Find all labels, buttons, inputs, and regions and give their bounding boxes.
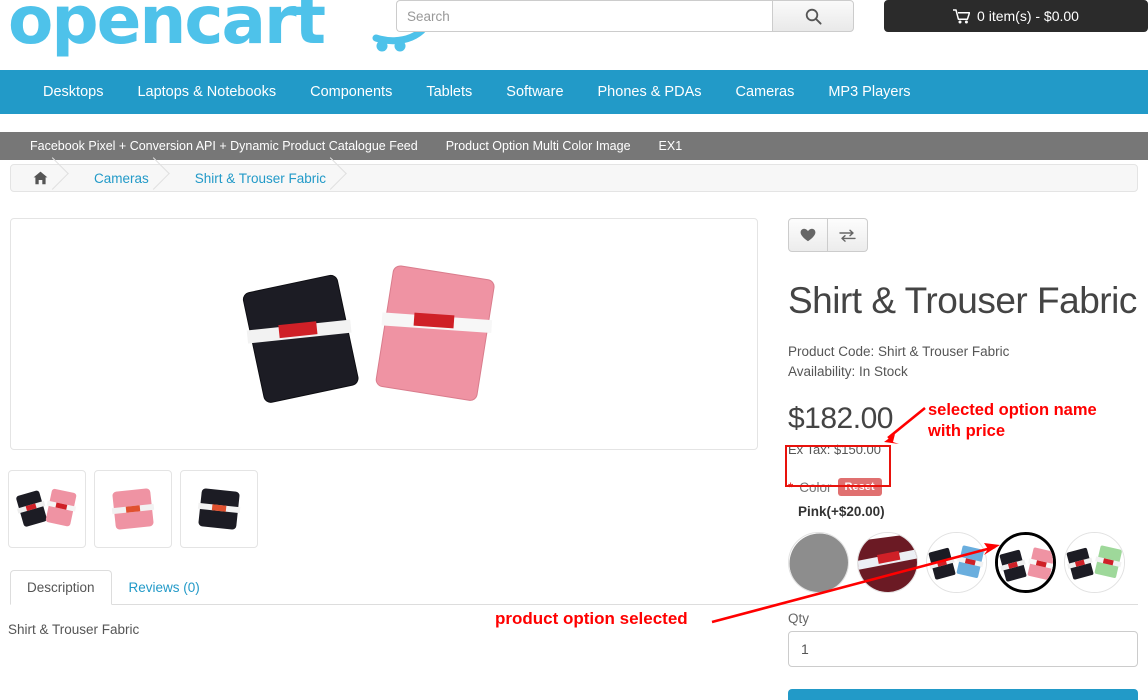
annotation-selected-option-name: selected option name with price [928,400,1097,441]
swatch-black-pink-fabric[interactable] [995,532,1056,594]
module-item-ex1[interactable]: EX1 [645,139,697,153]
swatch-image-black-blue [927,533,986,593]
product-meta: Product Code: Shirt & Trouser Fabric Ava… [788,342,1138,383]
compare-button[interactable] [828,218,868,252]
reset-option-button[interactable]: Reset [837,478,882,497]
nav-item-laptops-notebooks[interactable]: Laptops & Notebooks [120,70,293,114]
product-action-buttons [788,218,1138,252]
breadcrumb: Cameras Shirt & Trouser Fabric [10,164,1138,192]
shopping-cart-icon [953,8,971,23]
home-icon [33,171,48,185]
nav-item-software[interactable]: Software [489,70,580,114]
thumbnail-pink[interactable] [94,470,172,548]
nav-item-cameras[interactable]: Cameras [719,70,812,114]
thumbnail-black-pink-pair[interactable] [8,470,86,548]
swatch-image-black-green [1065,533,1124,593]
nav-item-phones-pdas[interactable]: Phones & PDAs [581,70,719,114]
add-to-cart-button[interactable]: Add to Cart [788,689,1138,700]
product-page: opencart 0 item(s) - $0.00 [0,0,1148,700]
heart-icon [800,228,816,242]
product-availability: Availability: In Stock [788,363,908,379]
swatch-maroon-fabric[interactable] [857,532,918,594]
option-color-label: * Color Reset [788,478,1138,497]
breadcrumb-home[interactable] [11,165,68,191]
thumbnail-black[interactable] [180,470,258,548]
module-item-product-option-multi-color-image[interactable]: Product Option Multi Color Image [432,139,645,153]
option-label-text: Color [799,479,832,495]
swatch-image-gray [789,533,848,593]
page-title: Shirt & Trouser Fabric [788,280,1137,321]
swatch-black-green-fabric[interactable] [1064,532,1125,594]
tab-description[interactable]: Description [10,570,112,605]
swatch-image-black-pink [998,535,1053,591]
thumb-image-1 [16,488,77,527]
product-details-panel: Shirt & Trouser Fabric Product Code: Shi… [785,218,1138,700]
thumb-image-3 [197,488,241,530]
selected-option-value: Pink(+$20.00) [798,504,885,520]
nav-item-desktops[interactable]: Desktops [26,70,120,114]
color-swatch-group [788,532,1138,594]
module-item-facebook-pixel[interactable]: Facebook Pixel + Conversion API + Dynami… [16,139,432,153]
module-bar: Facebook Pixel + Conversion API + Dynami… [0,132,1148,160]
product-thumbnails [8,470,258,548]
annotation-line-2: with price [928,421,1006,440]
tab-reviews[interactable]: Reviews (0) [112,570,217,605]
breadcrumb-item-cameras[interactable]: Cameras [68,165,169,191]
search-bar [396,0,854,32]
nav-item-mp3-players[interactable]: MP3 Players [811,70,927,114]
thumb-image-2 [111,488,155,530]
annotation-line-1: selected option name [928,401,1097,419]
opencart-logo[interactable]: opencart [8,0,326,54]
search-input[interactable] [396,0,772,32]
description-body: Shirt & Trouser Fabric [8,622,140,637]
product-main-image[interactable] [10,218,758,450]
site-header: opencart 0 item(s) - $0.00 [0,0,1148,70]
search-button[interactable] [772,0,854,32]
cart-button[interactable]: 0 item(s) - $0.00 [884,0,1148,32]
search-icon [805,8,822,25]
swatch-black-blue-fabric[interactable] [926,532,987,594]
product-ex-tax: Ex Tax: $150.00 [788,442,881,458]
main-navigation: Desktops Laptops & Notebooks Components … [0,70,1148,114]
breadcrumb-item-shirt-trouser-fabric[interactable]: Shirt & Trouser Fabric [169,165,346,191]
required-asterisk: * [788,479,794,495]
main-fabric-image [242,265,495,403]
swatch-gray-solid[interactable] [788,532,849,594]
cart-total-label: 0 item(s) - $0.00 [977,8,1079,24]
compare-arrows-icon [839,229,856,242]
add-to-wishlist-button[interactable] [788,218,828,252]
quantity-label: Qty [788,611,810,627]
swatch-image-maroon [858,533,917,593]
nav-item-tablets[interactable]: Tablets [409,70,489,114]
quantity-input[interactable] [788,631,1138,668]
annotation-product-option-selected: product option selected [495,609,688,628]
nav-item-components[interactable]: Components [293,70,409,114]
product-code: Product Code: Shirt & Trouser Fabric [788,343,1010,359]
